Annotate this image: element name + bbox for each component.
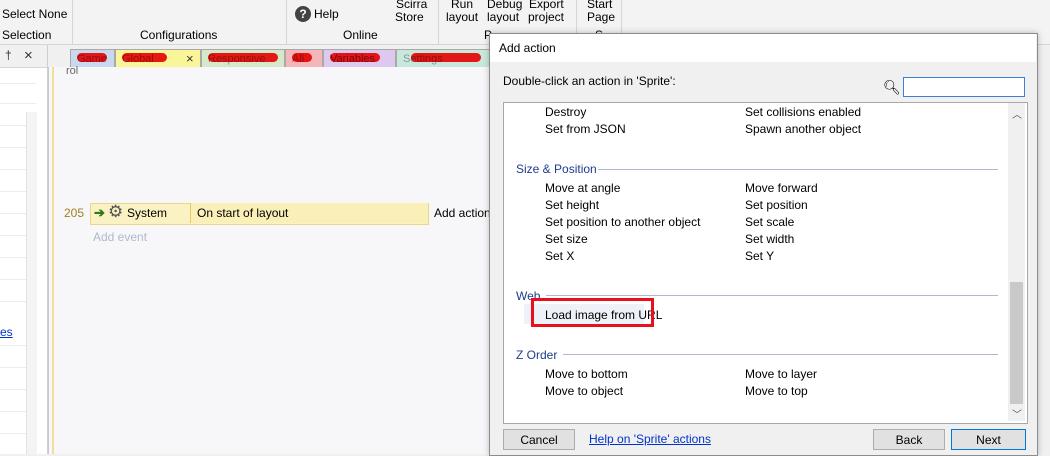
list-item[interactable]: Move to bottom [545,367,628,381]
tab-label: Responsive [208,53,266,65]
tab-label: Variables [330,53,376,65]
list-item[interactable]: Move to layer [745,367,817,381]
list-item[interactable]: Set size [545,232,588,246]
list-item[interactable]: Set position [745,198,808,212]
list-item[interactable]: Move to object [545,384,623,398]
event-number: 205 [64,206,85,220]
group-name-fragment: rol [66,65,79,77]
scirra-store-label-line2[interactable]: Store [395,11,424,24]
start-page-label-line2[interactable]: Page [587,11,615,24]
event-object-name[interactable]: System [127,206,167,220]
list-item[interactable]: Set height [545,198,599,212]
highlight-box [531,298,654,327]
list-item[interactable]: Set scale [745,215,794,229]
list-item[interactable]: Move to top [745,384,808,398]
debug-layout-label-line2[interactable]: layout [487,11,519,24]
condition-text[interactable]: On start of layout [197,206,288,220]
list-item[interactable]: Set position to another object [545,215,700,229]
selection-group-label: Selection [2,28,52,42]
help-button[interactable]: Help [314,8,339,21]
dialog-titlebar: Add action [490,34,1036,62]
chevron-down-icon[interactable]: ﹀ [1012,406,1022,421]
category-z-order: Z Order [516,348,558,362]
ribbon-divider [438,0,439,44]
select-none-button[interactable]: Select None [2,8,67,21]
online-group-label: Online [343,28,378,42]
tab-label: Game [77,53,107,65]
dialog-instruction: Double-click an action in 'Sprite': [503,74,676,88]
left-panel [0,45,48,454]
category-divider [563,354,998,355]
list-item[interactable]: Spawn another object [745,122,861,136]
help-icon: ? [295,6,311,22]
tab-global[interactable]: Global × [115,49,201,67]
left-panel-header: † × [0,45,47,68]
arrow-right-icon: ➔ [94,205,105,220]
close-panel-icon[interactable]: × [24,47,33,64]
search-input[interactable] [903,77,1025,97]
help-on-sprite-link[interactable]: Help on 'Sprite' actions [589,432,711,446]
list-item[interactable]: Set collisions enabled [745,105,861,119]
tab-label: Global [122,53,154,65]
gear-icon: ⚙ [108,202,124,221]
tab-settings[interactable]: Settings [396,49,490,67]
tab-variables[interactable]: Variables [323,49,396,67]
category-size-position: Size & Position [516,162,597,176]
tab-label: Settings [403,53,443,65]
list-item[interactable]: Move forward [745,181,818,195]
tab-all[interactable]: All [285,49,323,67]
event-group-bar [52,67,500,454]
chevron-up-icon[interactable]: ︿ [1012,106,1022,121]
list-item[interactable]: Destroy [545,105,586,119]
search-icon: 🔍︎ [883,79,901,95]
ribbon-divider [72,0,73,44]
dialog-title: Add action [499,41,556,55]
list-item[interactable]: Set width [745,232,794,246]
list-item[interactable]: Set X [545,249,574,263]
tab-responsive[interactable]: Responsive [201,49,285,67]
list-item[interactable]: Set Y [745,249,774,263]
add-action-link[interactable]: Add action [434,206,491,220]
left-panel-scrollbar[interactable] [26,112,37,454]
pin-icon[interactable]: † [5,48,12,62]
cancel-button[interactable]: Cancel [503,429,575,450]
back-button[interactable]: Back [873,429,945,450]
export-project-label-line2[interactable]: project [528,11,564,24]
category-divider [546,295,998,296]
ribbon-divider [286,0,287,44]
scrollbar-thumb[interactable] [1010,282,1023,404]
configurations-group-label: Configurations [140,28,218,42]
tab-label: All [292,53,305,65]
list-item[interactable]: Set from JSON [545,122,626,136]
list-item[interactable]: Move at angle [545,181,620,195]
add-event-link[interactable]: Add event [93,230,147,244]
next-button[interactable]: Next [951,429,1026,450]
close-tab-icon[interactable]: × [186,50,194,67]
category-divider [598,169,998,170]
run-layout-label-line2[interactable]: layout [446,11,478,24]
left-panel-link[interactable]: es [0,325,13,339]
